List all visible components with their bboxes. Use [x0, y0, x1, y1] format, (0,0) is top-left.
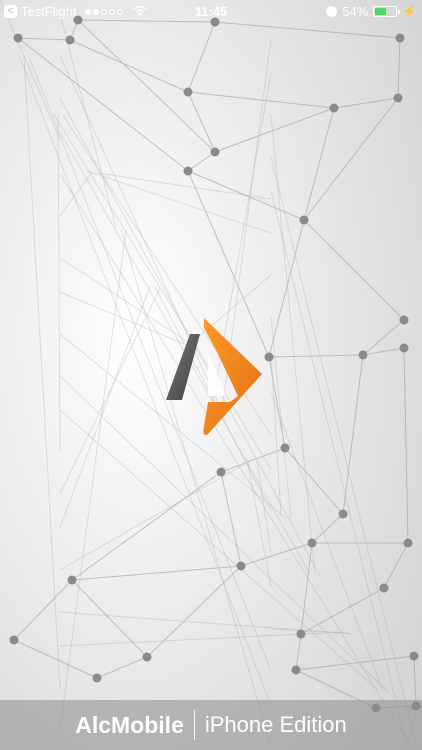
network-node	[183, 87, 193, 97]
network-node	[399, 315, 409, 325]
battery-icon	[373, 6, 401, 17]
alarm-icon	[326, 6, 338, 17]
network-node	[65, 35, 75, 45]
footer-divider	[193, 710, 195, 740]
brand-name: AlcMobile	[75, 711, 184, 738]
network-node	[403, 538, 413, 548]
network-node	[236, 561, 246, 571]
network-node	[296, 629, 306, 639]
network-node	[291, 665, 301, 675]
battery-tip	[398, 10, 401, 14]
network-node	[329, 103, 339, 113]
network-node	[307, 538, 317, 548]
charging-icon: ⚡	[402, 6, 416, 18]
battery-fill	[375, 8, 387, 15]
network-node	[92, 673, 102, 683]
network-node	[210, 147, 220, 157]
network-node	[67, 575, 77, 585]
alcmobile-logo	[166, 318, 262, 435]
status-right: 54% ⚡	[326, 4, 416, 19]
network-node	[338, 509, 348, 519]
network-node	[183, 166, 193, 176]
network-node	[395, 33, 405, 43]
edition-label: iPhone Edition	[204, 712, 347, 737]
network-node	[399, 343, 409, 353]
network-node	[13, 33, 23, 43]
status-bar: < TestFlight 11:45 54% ⚡	[0, 0, 422, 24]
network-node	[393, 93, 403, 103]
network-node	[216, 467, 226, 477]
network-node	[9, 635, 19, 645]
network-node	[280, 443, 290, 453]
footer-bar: AlcMobile iPhone Edition	[0, 700, 422, 750]
battery-percent: 54%	[342, 4, 369, 19]
network-node	[409, 651, 419, 661]
network-node	[299, 215, 309, 225]
network-node	[379, 583, 389, 593]
network-node	[142, 652, 152, 662]
network-node	[358, 350, 368, 360]
